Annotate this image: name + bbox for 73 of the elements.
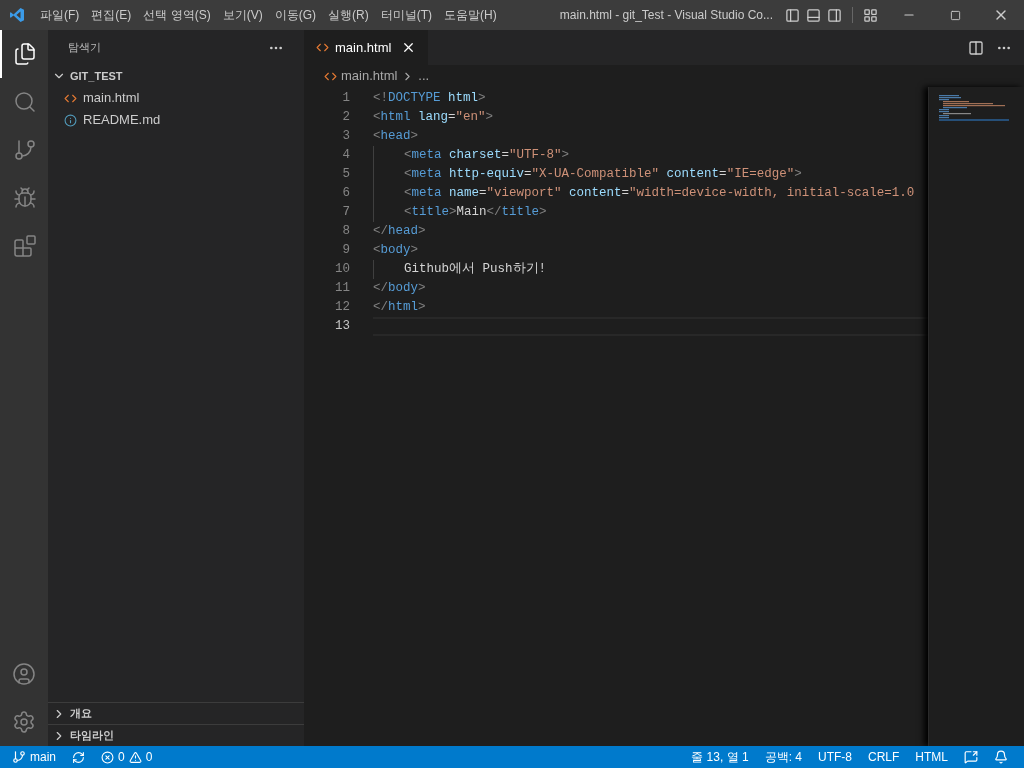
menu-item[interactable]: 파일(F) [34,6,86,24]
status-item[interactable]: 줄 13, 열 1 [683,748,757,766]
error-count[interactable]: 0 [118,748,125,766]
code-line: <!DOCTYPE html> [373,90,486,108]
menu-item[interactable]: 이동(G) [268,6,322,24]
menu-item[interactable]: 도움말(H) [438,6,503,24]
status-item[interactable]: 공백: 4 [756,748,810,766]
blocks-icon[interactable] [13,234,37,258]
menu-item[interactable]: 편집(E) [85,6,138,24]
line-number: 6 [342,185,350,203]
panel-toggle-icon[interactable] [806,7,821,23]
section-title[interactable]: 개요 [70,705,92,722]
code-line: <meta http-equiv="X-UA-Compatible" content="IE=edge"> [404,166,802,184]
sidebar-toggle-icon[interactable] [785,7,800,23]
layout-icon[interactable] [863,7,878,23]
code-line: <meta name="viewport" content="width=device-width, initial-scale=1.0 [404,185,915,203]
code-line: <body> [373,242,419,260]
menu-item[interactable]: 실행(R) [322,6,375,24]
line-number: 12 [335,299,350,317]
status-item[interactable]: UTF-8 [810,748,860,766]
line-number: 13 [335,318,350,336]
info-icon [64,113,77,127]
line-number: 9 [342,242,350,260]
warning-count[interactable]: 0 [145,748,153,766]
code-line: Github에서 Push하기! [404,261,546,279]
branch-icon[interactable] [13,138,37,162]
file-item[interactable]: main.html [48,87,304,109]
breadcrumb-item[interactable]: ... [418,66,430,86]
feedback-icon[interactable] [964,750,978,764]
menu-item[interactable]: 선택 영역(S) [137,6,217,24]
section-title[interactable]: 타임라인 [70,727,114,744]
bell-icon[interactable] [994,750,1008,764]
line-number: 10 [335,261,350,279]
warning-icon[interactable] [128,750,142,764]
sidebar-title: 탐색기 [68,40,101,56]
line-number: 8 [342,223,350,241]
line-number: 5 [342,166,350,184]
menu-item[interactable]: 터미널(T) [374,6,438,24]
secondary-sidebar-icon[interactable] [827,7,842,23]
code-line: <html lang="en"> [373,109,494,127]
status-item[interactable]: CRLF [860,748,908,766]
status-item[interactable]: HTML [907,748,956,766]
line-number: 1 [342,90,350,108]
code-line: <head> [373,128,419,146]
code-line: <meta charset="UTF-8"> [404,147,570,165]
line-number: 7 [342,204,350,222]
file-item[interactable]: README.md [48,109,304,131]
files-icon[interactable] [13,42,37,66]
settings-icon[interactable] [12,710,36,734]
branch-name[interactable]: main [30,748,56,766]
line-number: 4 [342,147,350,165]
bug-icon[interactable] [13,186,37,210]
error-icon[interactable] [101,750,114,764]
code-icon [316,41,329,54]
branch-icon[interactable] [12,750,26,764]
account-icon[interactable] [12,662,36,686]
code-line: </html> [373,299,426,317]
line-number: 11 [335,280,350,298]
folder-name[interactable]: GIT_TEST [70,67,123,85]
code-line: </body> [373,280,426,298]
code-line: </head> [373,223,426,241]
sync-icon[interactable] [72,750,85,764]
code-line: <title>Main</title> [404,204,547,222]
split-editor-icon[interactable] [968,39,984,56]
app-logo-icon [9,7,25,23]
line-number: 2 [342,109,350,127]
maximize-icon[interactable] [949,9,961,21]
menu-item[interactable]: 보기(V) [216,6,269,24]
line-number: 3 [342,128,350,146]
search-icon[interactable] [13,90,37,114]
window-title: main.html - git_Test - Visual Studio Co... [559,7,773,24]
breadcrumb-item[interactable]: main.html [341,66,398,86]
editor-tab[interactable]: main.html [304,30,429,65]
